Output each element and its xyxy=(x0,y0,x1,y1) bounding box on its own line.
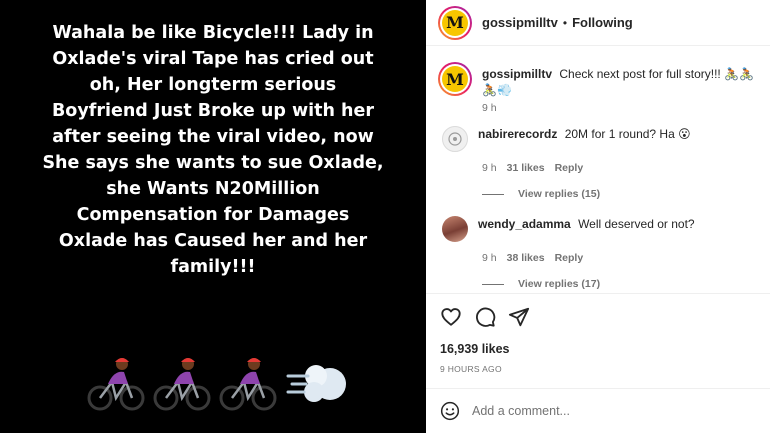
reply-button[interactable]: Reply xyxy=(555,162,584,174)
comment-likes[interactable]: 31 likes xyxy=(507,162,545,174)
person-biking-emoji xyxy=(87,358,145,411)
comment-likes[interactable]: 38 likes xyxy=(507,252,545,264)
comment-item: wendy_adamma Well deserved or not? 9 h 3… xyxy=(438,216,768,290)
emoji-row xyxy=(86,354,350,412)
view-replies-label: View replies (17) xyxy=(518,278,601,290)
person-biking-emoji xyxy=(219,358,277,411)
record-logo-icon xyxy=(448,132,462,146)
commenter-avatar[interactable] xyxy=(442,216,468,242)
post-header: M gossipmilltv • Following xyxy=(426,0,770,46)
caption-time[interactable]: 9 h xyxy=(482,102,497,114)
caption: M gossipmilltv Check next post for full … xyxy=(438,62,768,114)
avatar-logo: M xyxy=(442,66,468,92)
comment-input[interactable] xyxy=(472,404,732,418)
comment-time[interactable]: 9 h xyxy=(482,252,497,264)
heart-icon[interactable] xyxy=(440,306,462,328)
reply-button[interactable]: Reply xyxy=(555,252,584,264)
caption-username[interactable]: gossipmilltv xyxy=(482,67,552,81)
comment-text: Well deserved or not? xyxy=(578,217,695,231)
likes-count[interactable]: 16,939 likes xyxy=(440,342,770,356)
avatar[interactable]: M xyxy=(438,5,472,40)
post-timestamp[interactable]: 9 HOURS AGO xyxy=(440,364,770,374)
view-replies-button[interactable]: View replies (17) xyxy=(482,278,768,290)
commenter-avatar[interactable] xyxy=(442,126,468,152)
comment-time[interactable]: 9 h xyxy=(482,162,497,174)
post-overlay-text: Wahala be like Bicycle!!! Lady in Oxlade… xyxy=(42,23,384,277)
comment-username[interactable]: wendy_adamma xyxy=(478,217,571,231)
comment-username[interactable]: nabirerecordz xyxy=(478,127,557,141)
view-replies-label: View replies (15) xyxy=(518,188,601,200)
avatar-logo: M xyxy=(442,9,468,36)
following-button[interactable]: Following xyxy=(572,15,633,30)
post-actions: 16,939 likes 9 HOURS AGO xyxy=(426,293,770,374)
header-username[interactable]: gossipmilltv xyxy=(482,15,558,30)
separator-dot: • xyxy=(562,15,568,30)
comment-text: 20M for 1 round? Ha 😮 xyxy=(564,127,691,141)
post-media[interactable]: Wahala be like Bicycle!!! Lady in Oxlade… xyxy=(0,0,426,433)
comment-icon[interactable] xyxy=(474,306,496,328)
post-side-panel: M gossipmilltv • Following M gossipmillt… xyxy=(426,0,770,433)
comment-item: nabirerecordz 20M for 1 round? Ha 😮 9 h … xyxy=(438,126,768,200)
dashing-away-emoji xyxy=(286,365,346,402)
view-replies-button[interactable]: View replies (15) xyxy=(482,188,768,200)
add-comment-bar xyxy=(426,388,770,433)
smiley-icon[interactable] xyxy=(440,401,460,421)
paper-plane-icon[interactable] xyxy=(508,306,530,328)
caption-avatar[interactable]: M xyxy=(438,62,472,96)
person-biking-emoji xyxy=(153,358,211,411)
